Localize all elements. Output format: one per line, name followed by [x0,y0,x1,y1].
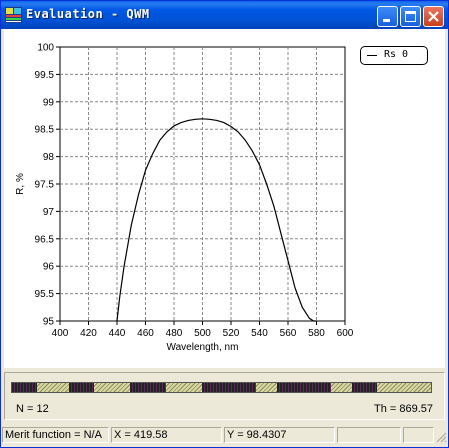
maximize-button[interactable] [400,6,421,27]
legend-line-swatch [367,55,377,56]
layer-structure-panel: N = 12 Th = 869.57 [4,372,445,420]
x-tick-label: 480 [166,328,183,339]
y-tick-label: 96 [43,262,55,273]
maximize-icon [405,11,416,22]
status-bar: Merit function = N/A X = 419.58 Y = 98.4… [1,425,448,447]
x-tick-label: 540 [251,328,268,339]
x-tick-label: 580 [308,328,325,339]
x-tick-label: 400 [52,328,69,339]
layer-structure-bar[interactable] [11,382,432,393]
x-tick-label: 460 [137,328,154,339]
layer-segment[interactable] [130,383,166,392]
y-tick-label: 97.5 [35,180,55,191]
minimize-icon [383,19,390,22]
app-icon [5,7,22,23]
y-tick-label: 99.5 [35,70,55,81]
layer-segment[interactable] [37,383,70,392]
x-tick-label: 560 [280,328,297,339]
y-tick-label: 95 [43,317,55,328]
x-tick-label: 500 [194,328,211,339]
layer-segment[interactable] [165,383,202,392]
x-tick-label: 420 [80,328,97,339]
reflectance-chart[interactable]: 400 420 440 460 480 500 520 540 560 580 600 95 95.5 9… [4,29,445,368]
x-coordinate-readout: X = 419.58 [111,427,222,443]
y-tick-label: 96.5 [35,234,55,245]
total-thickness: Th = 869.57 [373,403,433,415]
y-tick-label: 99 [43,97,55,108]
status-field-4 [337,427,401,443]
layer-segment[interactable] [255,383,277,392]
x-axis-label: Wavelength, nm [167,342,239,353]
layer-segment[interactable] [12,383,38,392]
y-tick-label: 98 [43,152,55,163]
layer-segment[interactable] [377,383,431,392]
y-coordinate-readout: Y = 98.4307 [224,427,335,443]
y-tick-label: 100 [37,43,54,54]
y-tick-label: 95.5 [35,289,55,300]
merit-function-status: Merit function = N/A [2,427,109,443]
minimize-button[interactable] [377,6,398,27]
layer-segment[interactable] [94,383,131,392]
y-axis-label: R, % [15,173,26,195]
layer-segment[interactable] [69,383,95,392]
x-tick-label: 440 [109,328,126,339]
legend: Rs 0 [360,46,428,65]
evaluation-window: Evaluation - QWM 400 420 440 460 480 500 520 54… [0,0,449,448]
status-field-5 [403,427,434,443]
y-tick-label: 97 [43,207,55,218]
y-tick-label: 98.5 [35,125,55,136]
legend-label: Rs 0 [384,49,409,60]
resize-grip-icon[interactable] [435,431,447,443]
x-tick-label: 520 [223,328,240,339]
layer-segment[interactable] [330,383,353,392]
title-bar[interactable]: Evaluation - QWM [1,1,448,29]
layer-segment[interactable] [277,383,331,392]
layer-segment[interactable] [201,383,256,392]
close-button[interactable] [423,6,444,27]
layer-count: N = 12 [16,403,49,415]
x-tick-label: 600 [337,328,354,339]
plot-area[interactable]: 400 420 440 460 480 500 520 540 560 580 600 95 95.5 9… [4,29,445,368]
window-title: Evaluation - QWM [26,7,150,21]
layer-segment[interactable] [352,383,378,392]
close-icon [428,11,439,22]
